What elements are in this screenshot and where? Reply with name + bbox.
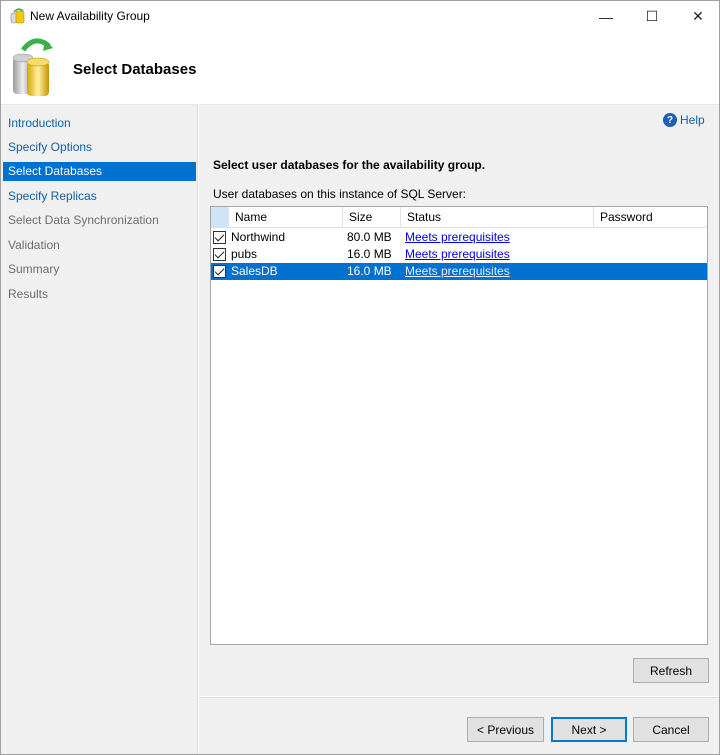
database-wizard-icon xyxy=(12,38,53,96)
column-header-size[interactable]: Size xyxy=(343,207,401,228)
database-app-icon xyxy=(10,8,25,24)
database-name: SalesDB xyxy=(231,264,278,278)
column-header-name[interactable]: Name xyxy=(229,207,343,228)
column-header-password[interactable]: Password xyxy=(594,207,707,228)
row-checkbox[interactable] xyxy=(213,248,226,261)
instruction-text: Select user databases for the availabili… xyxy=(213,158,486,172)
status-link[interactable]: Meets prerequisites xyxy=(405,229,510,246)
row-checkbox[interactable] xyxy=(213,231,226,244)
nav-item-validation: Validation xyxy=(8,238,60,252)
database-grid[interactable]: Name Size Status Password Northwind 80.0… xyxy=(210,206,708,645)
nav-item-specify-options[interactable]: Specify Options xyxy=(3,138,196,157)
row-checkbox[interactable] xyxy=(213,265,226,278)
close-icon: ✕ xyxy=(692,8,704,24)
cancel-button[interactable]: Cancel xyxy=(633,717,709,742)
database-name: pubs xyxy=(231,247,258,261)
nav-item-select-databases[interactable]: Select Databases xyxy=(3,162,196,181)
database-list-caption: User databases on this instance of SQL S… xyxy=(213,187,467,201)
nav-item-select-data-synchronization: Select Data Synchronization xyxy=(8,213,159,227)
refresh-button[interactable]: Refresh xyxy=(633,658,709,683)
help-icon: ? xyxy=(663,113,677,127)
status-link[interactable]: Meets prerequisites xyxy=(405,246,510,263)
nav-item-introduction[interactable]: Introduction xyxy=(3,114,196,133)
database-size: 16.0 MB xyxy=(347,264,392,278)
wizard-window: New Availability Group — ☐ ✕ Select Data… xyxy=(0,0,720,755)
select-all-column-header[interactable] xyxy=(211,207,229,228)
page-title: Select Databases xyxy=(73,61,197,78)
help-label: Help xyxy=(680,113,705,127)
maximize-icon: ☐ xyxy=(645,8,659,24)
wizard-nav: Introduction Specify Options Select Data… xyxy=(1,104,198,754)
minimize-button[interactable]: — xyxy=(583,1,629,32)
nav-item-specify-replicas[interactable]: Specify Replicas xyxy=(3,187,196,206)
column-header-status[interactable]: Status xyxy=(401,207,594,228)
table-row[interactable]: pubs 16.0 MB Meets prerequisites xyxy=(211,246,707,263)
database-size: 16.0 MB xyxy=(347,247,392,261)
status-link[interactable]: Meets prerequisites xyxy=(405,263,510,280)
title-bar: New Availability Group — ☐ ✕ xyxy=(1,1,719,32)
table-row[interactable]: SalesDB 16.0 MB Meets prerequisites xyxy=(211,263,707,280)
previous-button[interactable]: < Previous xyxy=(467,717,544,742)
maximize-button[interactable]: ☐ xyxy=(629,1,675,32)
next-button[interactable]: Next > xyxy=(551,717,627,742)
help-link[interactable]: ? Help xyxy=(663,113,705,127)
wizard-footer: < Previous Next > Cancel xyxy=(199,697,719,754)
minimize-icon: — xyxy=(599,8,613,25)
database-name: Northwind xyxy=(231,230,286,244)
window-title: New Availability Group xyxy=(30,9,150,23)
wizard-header: Select Databases xyxy=(1,32,719,104)
table-row[interactable]: Northwind 80.0 MB Meets prerequisites xyxy=(211,229,707,246)
grid-header: Name Size Status Password xyxy=(211,207,707,228)
nav-item-summary: Summary xyxy=(8,262,60,276)
nav-item-results: Results xyxy=(8,287,49,301)
main-content: ? Help Select user databases for the ava… xyxy=(199,104,719,696)
close-button[interactable]: ✕ xyxy=(675,1,720,32)
database-size: 80.0 MB xyxy=(347,230,392,244)
